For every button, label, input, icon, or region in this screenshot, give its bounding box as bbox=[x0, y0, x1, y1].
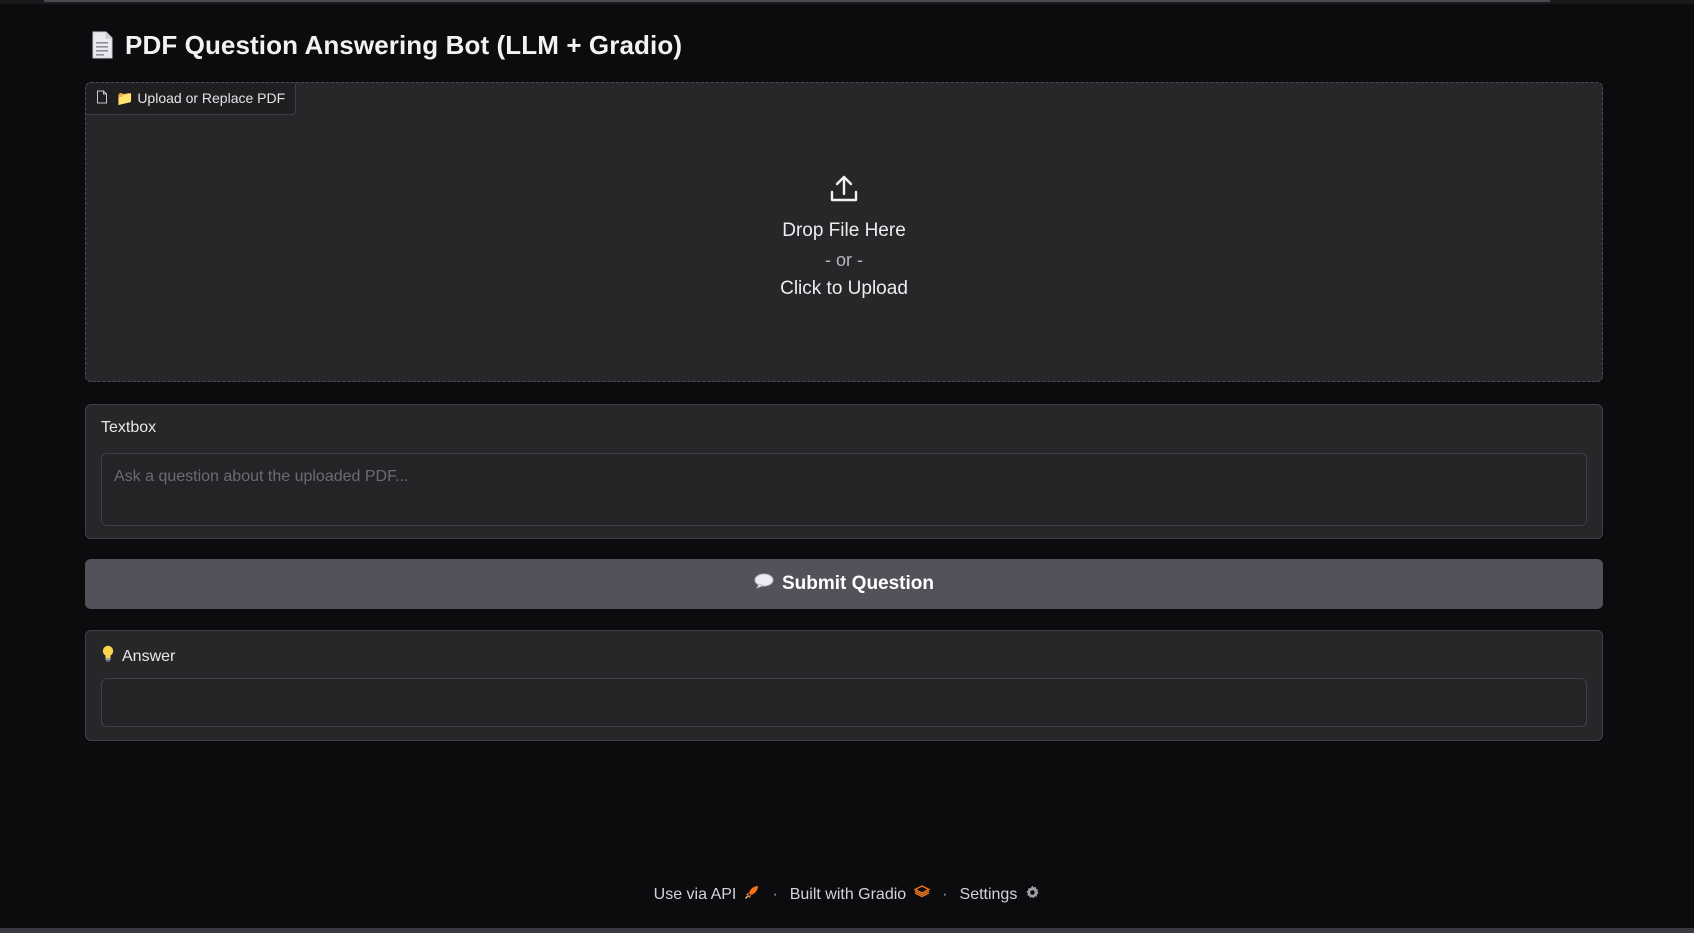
file-icon bbox=[96, 90, 108, 107]
settings-label: Settings bbox=[959, 885, 1018, 903]
footer-separator: · bbox=[772, 885, 778, 903]
upload-label: 📁 Upload or Replace PDF bbox=[86, 83, 297, 115]
built-with-gradio-link[interactable]: Built with Gradio bbox=[790, 885, 931, 904]
gear-icon bbox=[1025, 885, 1040, 905]
or-text: - or - bbox=[825, 250, 863, 270]
question-panel: Textbox bbox=[85, 404, 1603, 539]
file-upload-dropzone[interactable]: 📁 Upload or Replace PDF Drop File Here -… bbox=[85, 82, 1603, 382]
answer-output[interactable] bbox=[101, 678, 1587, 727]
gradio-logo-icon bbox=[913, 885, 931, 904]
answer-label: Answer bbox=[122, 647, 176, 665]
use-via-api-label: Use via API bbox=[653, 885, 737, 903]
upload-prompt[interactable]: Drop File Here - or - Click to Upload bbox=[86, 173, 1602, 303]
question-input[interactable] bbox=[101, 453, 1587, 526]
page-title: PDF Question Answering Bot (LLM + Gradio… bbox=[125, 29, 683, 60]
upload-label-text: 📁 Upload or Replace PDF bbox=[116, 90, 286, 106]
footer: Use via API · Built with Gradio · Settin… bbox=[0, 884, 1694, 905]
answer-label-row: Answer bbox=[102, 645, 175, 668]
use-via-api-link[interactable]: Use via API bbox=[654, 884, 761, 905]
upload-icon bbox=[828, 173, 860, 205]
answer-panel: Answer bbox=[85, 630, 1603, 741]
footer-separator: · bbox=[942, 885, 948, 903]
drop-file-text: Drop File Here bbox=[782, 220, 906, 241]
browser-top-bar bbox=[0, 0, 1694, 4]
question-label: Textbox bbox=[101, 419, 157, 436]
browser-bottom-bar bbox=[0, 928, 1694, 933]
top-bar-line bbox=[44, 0, 1550, 2]
title-row: PDF Question Answering Bot (LLM + Gradio… bbox=[91, 28, 682, 62]
submit-button-label: Submit Question bbox=[782, 573, 934, 594]
settings-link[interactable]: Settings bbox=[960, 885, 1041, 905]
click-to-upload-text[interactable]: Click to Upload bbox=[780, 275, 908, 303]
speech-bubble-icon bbox=[754, 573, 774, 595]
submit-question-button[interactable]: Submit Question bbox=[85, 559, 1603, 609]
rocket-icon bbox=[744, 884, 760, 905]
lightbulb-icon bbox=[102, 645, 114, 668]
built-with-gradio-label: Built with Gradio bbox=[789, 885, 907, 903]
document-icon bbox=[91, 31, 113, 59]
